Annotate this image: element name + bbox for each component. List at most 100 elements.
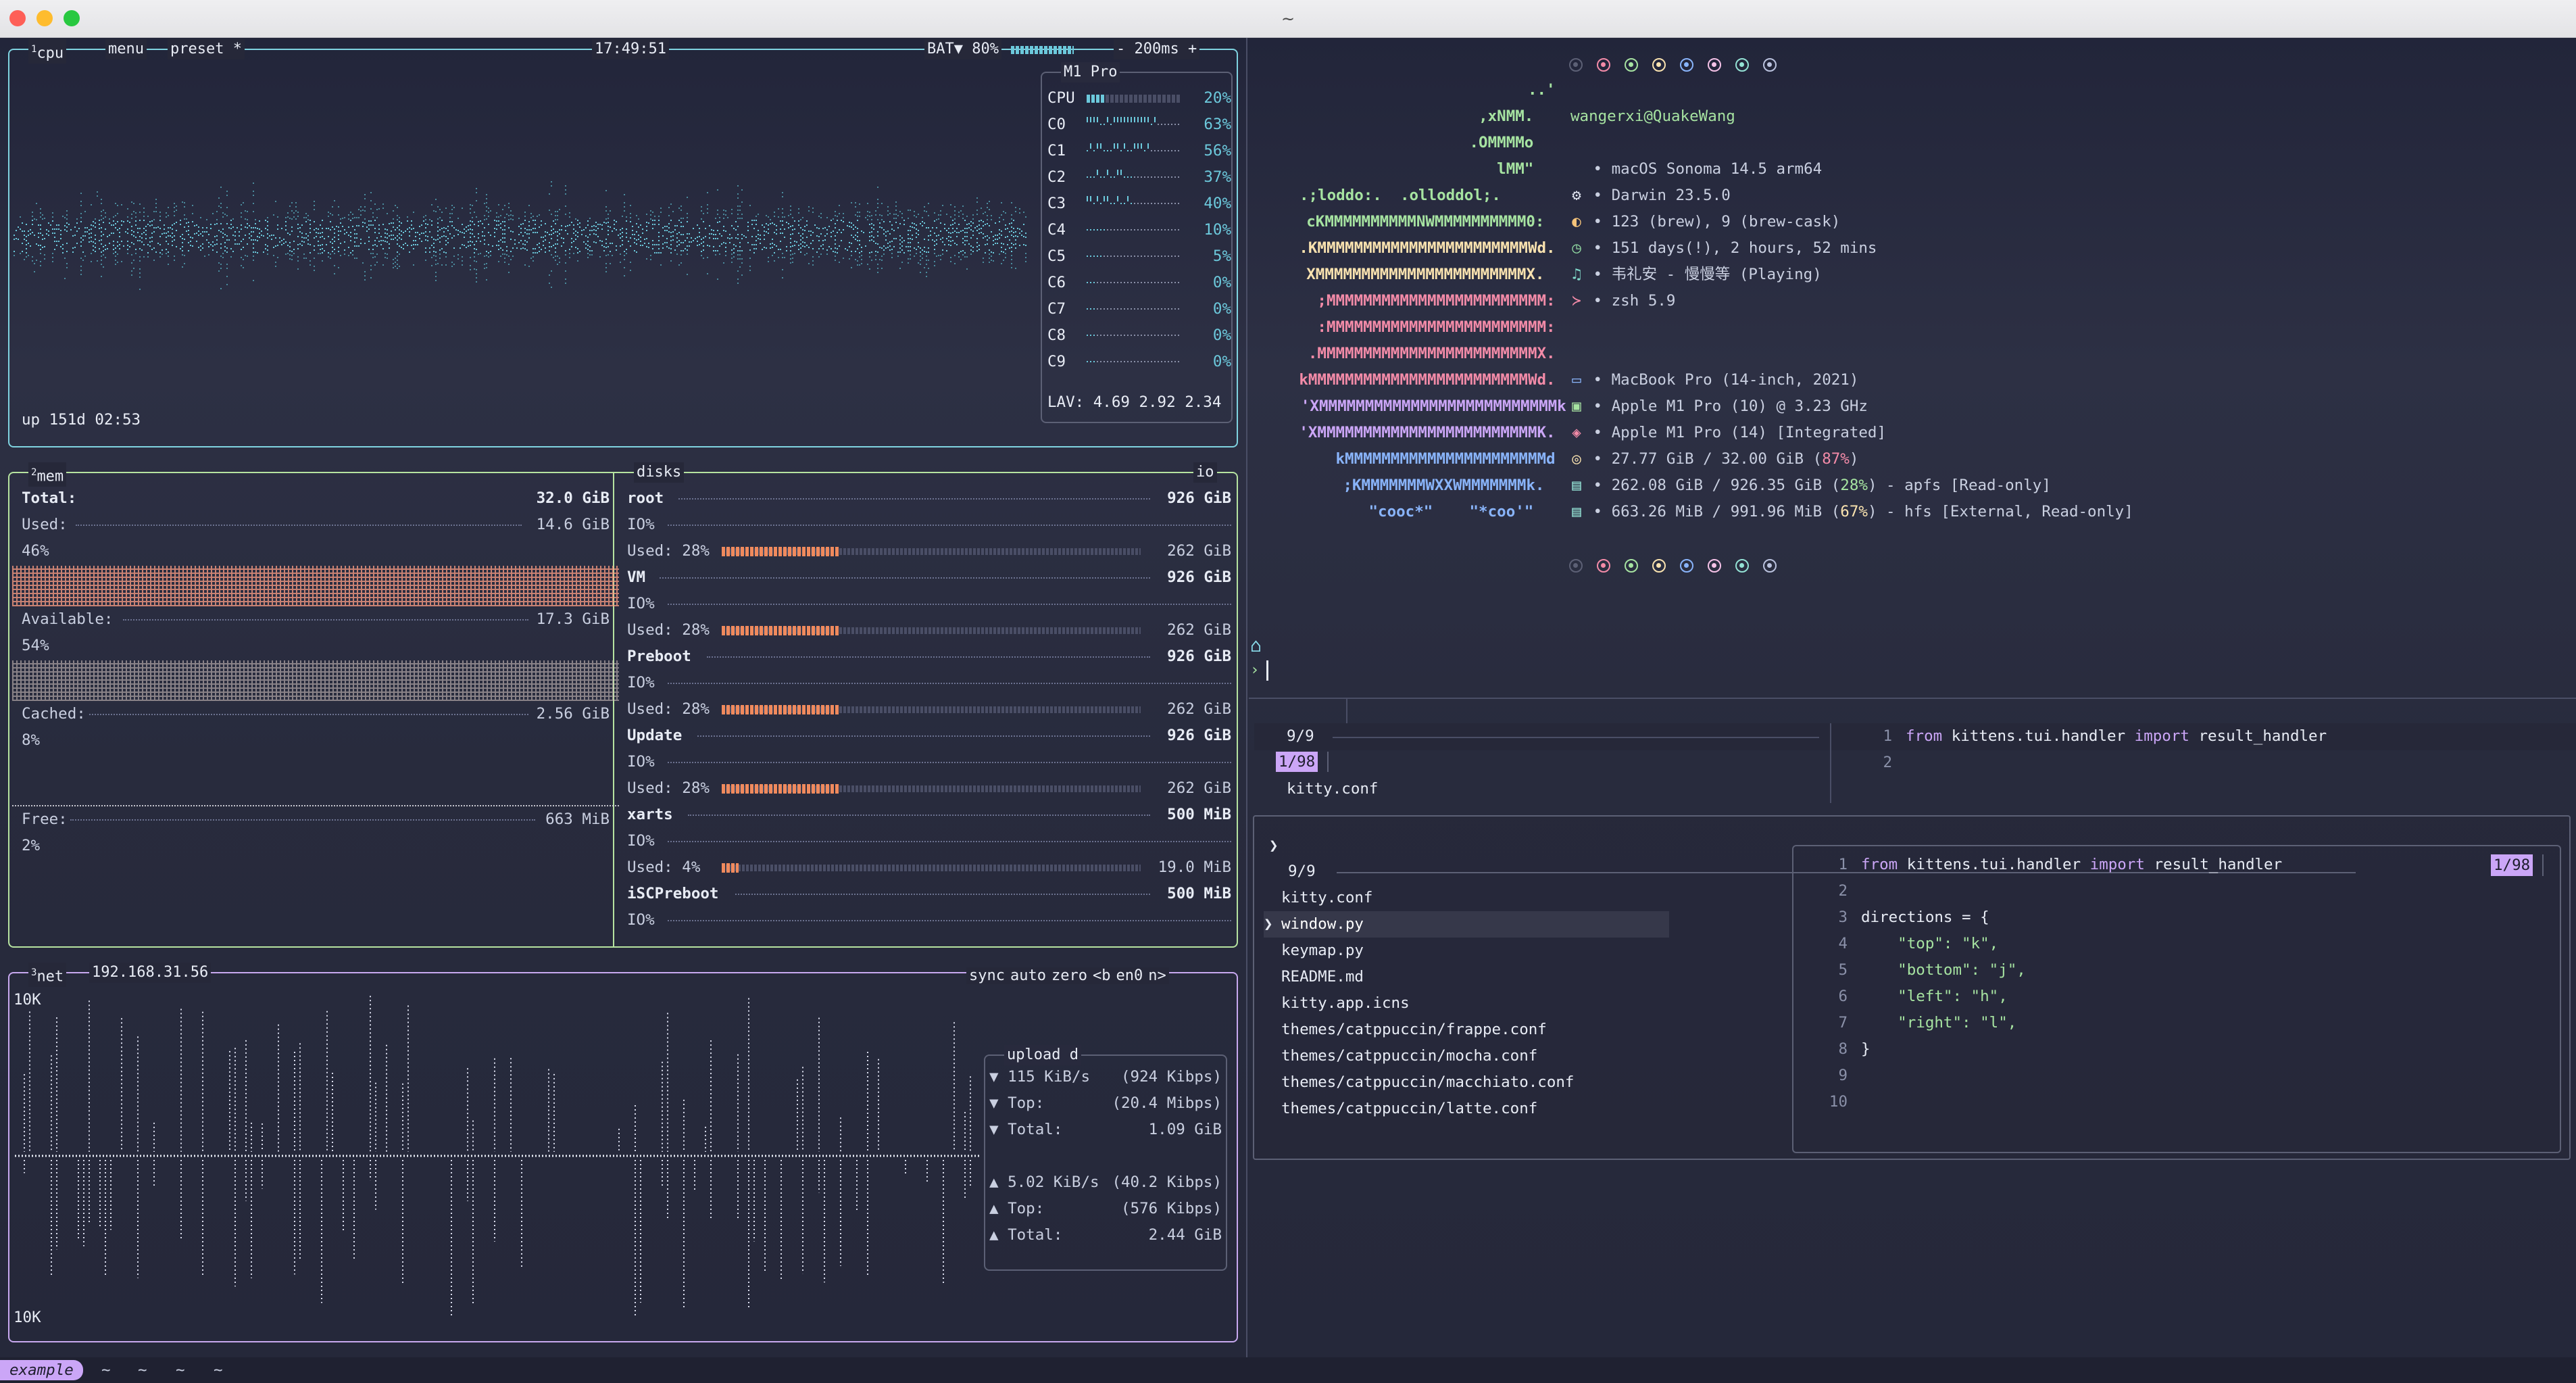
disk-used-label: Used: 28% <box>627 779 710 797</box>
core-pct: 0% <box>1213 349 1231 375</box>
apple-logo-ascii: ..' ,xNMM. .OMMMMo lMM" .;loddo:. .olloddol;… <box>1250 77 1534 525</box>
disk-io-row: IO% <box>627 591 1231 617</box>
core-bar <box>1087 147 1181 155</box>
mem-used-row: Used: 14.6 GiB <box>22 512 610 538</box>
palette-swatch <box>1708 58 1721 72</box>
core-row: C8 0% <box>1047 322 1231 349</box>
upload-total: ▲ Total: 2.44 GiB <box>989 1222 1222 1248</box>
tab-home-2[interactable]: ~ <box>128 1360 157 1380</box>
logo-line: .KMMMMMMMMMMMMMMMMMMMMMMMWd. <box>1250 235 1556 262</box>
cpu-preset-button[interactable]: preset * <box>168 39 245 59</box>
tab-home-3[interactable]: ~ <box>166 1360 195 1380</box>
disk-row: xarts 500 MiB <box>627 802 1231 828</box>
core-name: C7 <box>1047 300 1066 318</box>
info-line: ◈ • Apple M1 Pro (14) [Integrated] <box>1569 420 2380 446</box>
net-interface: en0 <box>1113 967 1145 984</box>
net-prev-interface[interactable]: <b <box>1090 967 1114 984</box>
core-pct: 5% <box>1213 243 1231 270</box>
cpu-usage-graph <box>14 172 1034 300</box>
net-auto-toggle[interactable]: auto <box>1008 967 1049 984</box>
fzf-item[interactable]: README.md <box>1264 964 1669 990</box>
disk-external-icon: ▤ <box>1569 499 1584 525</box>
fzf-item-selected[interactable]: ❯ window.py <box>1264 911 1669 938</box>
fzf-position: 1/98 <box>2491 854 2533 876</box>
fzf-item[interactable]: themes/catppuccin/frappe.conf <box>1264 1017 1669 1043</box>
preview-line: 10 <box>1820 1089 2496 1115</box>
tab-home-1[interactable]: ~ <box>92 1360 120 1380</box>
palette-swatch <box>1652 58 1666 72</box>
disk-name: Preboot <box>627 648 691 665</box>
core-row: C3 40% <box>1047 191 1231 217</box>
mem-disk-divider <box>613 472 614 948</box>
net-stats-title: upload d <box>1004 1045 1081 1065</box>
tab-active[interactable]: example <box>0 1360 83 1380</box>
core-name: C2 <box>1047 168 1066 186</box>
logo-line: cKMMMMMMMMMMNWMMMMMMMMMM0: <box>1250 209 1544 235</box>
cpu-menu-button[interactable]: menu <box>105 39 147 59</box>
core-row: C4 10% <box>1047 217 1231 243</box>
disk-name: iSCPreboot <box>627 885 718 902</box>
disk-row: Update 926 GiB <box>627 723 1231 749</box>
music-icon: ♫ <box>1569 262 1584 288</box>
tab-home-4[interactable]: ~ <box>204 1360 232 1380</box>
fzf-item[interactable]: kitty.conf <box>1264 885 1669 911</box>
disk-size: 926 GiB <box>1167 485 1231 512</box>
clock-icon: ◷ <box>1569 235 1584 262</box>
disk-used-row: Used: 28% 262 GiB <box>627 538 1231 564</box>
shell-prompt[interactable]: › <box>1250 657 1268 683</box>
disks-io-toggle[interactable]: io <box>1193 462 1217 483</box>
palette-swatch <box>1735 559 1749 573</box>
disk-used-label: Used: 28% <box>627 700 710 718</box>
logo-line: XMMMMMMMMMMMMMMMMMMMMMMMX. <box>1250 262 1544 288</box>
mem-free-row: Free: 663 MiB <box>22 806 610 833</box>
horizontal-divider <box>1249 698 2576 699</box>
info-line: ▭ • MacBook Pro (14-inch, 2021) <box>1569 367 2380 393</box>
cpu-model: M1 Pro <box>1061 62 1120 82</box>
core-name: CPU <box>1047 89 1075 107</box>
disk-io-row: IO% <box>627 907 1231 933</box>
core-row: C6 0% <box>1047 270 1231 296</box>
net-next-interface[interactable]: n> <box>1145 967 1169 984</box>
palette-swatch <box>1763 559 1777 573</box>
core-row: C0 63% <box>1047 112 1231 138</box>
terminal-icon: ≻ <box>1569 288 1584 314</box>
palette-swatch <box>1763 58 1777 72</box>
core-bar <box>1087 279 1181 287</box>
core-pct: 37% <box>1204 164 1231 191</box>
fzf-item[interactable]: themes/catppuccin/macchiato.conf <box>1264 1069 1669 1096</box>
mem-available-pct: 54% <box>22 633 610 659</box>
disk-name: root <box>627 489 664 507</box>
pane-divider[interactable] <box>1246 38 1247 1357</box>
disk-used-row: Used: 4% 19.0 MiB <box>627 854 1231 881</box>
logo-line: lMM" <box>1250 156 1533 183</box>
net-zero-toggle[interactable]: zero <box>1049 967 1090 984</box>
core-list: CPU 20% C0 63% C1 56% C2 37% C3 40% C4 10% C5 5% C6 0% C… <box>1047 85 1231 375</box>
fzf-item[interactable]: themes/catppuccin/latte.conf <box>1264 1096 1669 1122</box>
mem-free-pct: 2% <box>22 833 610 859</box>
fzf-popup: ❯ 9/9 kitty.conf ❯ window.py keymap.py READM… <box>1253 815 2571 1160</box>
disk-usage-bar <box>722 865 1141 871</box>
core-name: C5 <box>1047 247 1066 265</box>
fzf-item[interactable]: kitty.app.icns <box>1264 990 1669 1017</box>
fzf-item[interactable]: keymap.py <box>1264 938 1669 964</box>
net-sync-toggle[interactable]: sync <box>966 967 1008 984</box>
update-interval[interactable]: - 200ms + <box>1114 39 1199 59</box>
disk-io-label: IO% <box>627 911 655 929</box>
core-row: C5 5% <box>1047 243 1231 270</box>
battery-status: BAT▼ 80% <box>924 39 1001 59</box>
cpu-icon: ▣ <box>1569 393 1584 420</box>
window-titlebar: ~ <box>0 0 2576 38</box>
gpu-icon: ◈ <box>1569 420 1584 446</box>
core-name: C4 <box>1047 221 1066 239</box>
disk-list: root 926 GiB IO% Used: 28% 262 GiB VM 926 GiB I… <box>627 485 1231 933</box>
disk-row: iSCPreboot 500 MiB <box>627 881 1231 907</box>
preview-line: 3 directions = { <box>1820 904 2496 931</box>
disk-io-row: IO% <box>627 670 1231 696</box>
cpu-panel-title: 1cpu <box>28 39 66 64</box>
core-bar <box>1087 253 1181 261</box>
mem-cached-pct: 8% <box>22 727 610 754</box>
core-bar <box>1087 95 1181 103</box>
fzf-item[interactable]: themes/catppuccin/mocha.conf <box>1264 1043 1669 1069</box>
fzf-prompt[interactable]: ❯ <box>1269 833 1279 859</box>
disk-io-row: IO% <box>627 828 1231 854</box>
